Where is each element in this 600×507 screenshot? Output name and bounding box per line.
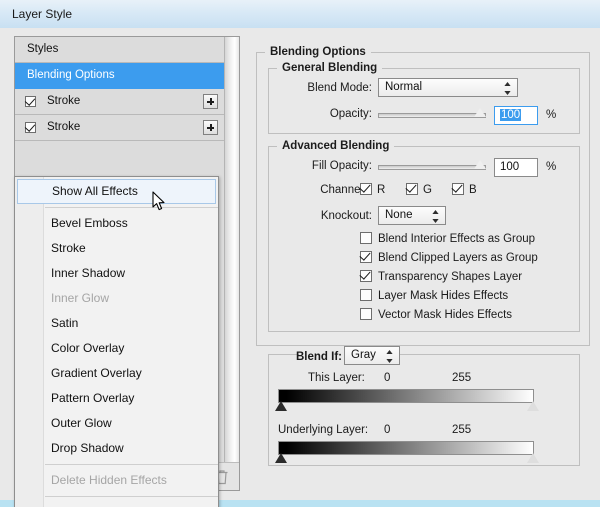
- channel-checkbox-r[interactable]: [360, 183, 372, 195]
- effects-context-menu[interactable]: Show All Effects Bevel Emboss Stroke Inner …: [14, 176, 219, 507]
- context-menu-item: Inner Glow: [51, 291, 110, 305]
- context-menu-item[interactable]: Pattern Overlay: [15, 386, 218, 411]
- advanced-blending-checkbox-label: Layer Mask Hides Effects: [378, 290, 509, 302]
- context-menu-item[interactable]: Color Overlay: [15, 336, 218, 361]
- style-list-row[interactable]: Styles: [15, 37, 224, 63]
- blending-options-panel: Blending Options General Blending Blend …: [256, 36, 590, 491]
- blend-mode-select[interactable]: Normal: [378, 78, 518, 97]
- fill-opacity-label: Fill Opacity:: [311, 160, 372, 172]
- group-title-advanced-blending: Advanced Blending: [282, 140, 390, 152]
- channel-checkbox-g[interactable]: [406, 183, 418, 195]
- context-menu-item[interactable]: Satin: [15, 311, 218, 336]
- style-list-row-label: Stroke: [47, 121, 81, 133]
- context-menu-item[interactable]: Gradient Overlay: [15, 361, 218, 386]
- channel-label-r: R: [377, 184, 386, 196]
- advanced-blending-checkbox[interactable]: [360, 232, 372, 244]
- knockout-label: Knockout:: [320, 210, 372, 222]
- context-menu-item[interactable]: Show All Effects: [17, 179, 216, 204]
- channels-label: Channels:: [320, 184, 372, 196]
- context-menu-item: Delete Hidden Effects: [51, 473, 167, 487]
- fill-opacity-input[interactable]: 100: [494, 158, 538, 177]
- advanced-blending-checkbox[interactable]: [360, 308, 372, 320]
- advanced-blending-checkbox-label: Blend Interior Effects as Group: [378, 233, 536, 245]
- blend-if-black-handle[interactable]: [275, 453, 287, 463]
- context-menu-item[interactable]: Reset to Default List: [15, 500, 218, 507]
- blend-if-slider-max: 255: [452, 372, 472, 384]
- context-menu-item[interactable]: Inner Shadow: [15, 261, 218, 286]
- channel-checkbox-b[interactable]: [452, 183, 464, 195]
- blend-if-white-handle[interactable]: [527, 453, 539, 463]
- channel-label-b: B: [469, 184, 477, 196]
- add-effect-button[interactable]: [203, 94, 218, 109]
- dialog-body: StylesBlending OptionsStrokeStroke fx: [0, 28, 600, 507]
- menu-separator: [45, 496, 218, 497]
- blend-mode-label: Blend Mode:: [307, 82, 372, 94]
- menu-separator: [45, 464, 218, 465]
- mouse-cursor: [152, 191, 167, 216]
- opacity-input[interactable]: 100: [494, 106, 538, 125]
- group-title-general-blending: General Blending: [282, 62, 378, 74]
- knockout-value: None: [385, 209, 413, 221]
- opacity-unit: %: [546, 109, 557, 121]
- effect-visibility-checkbox[interactable]: [25, 122, 36, 133]
- blend-if-slider-min: 0: [384, 424, 391, 436]
- window-titlebar: Layer Style: [0, 0, 600, 29]
- style-list-row[interactable]: Stroke: [15, 89, 224, 115]
- layer-style-dialog: Layer Style Styles Blending Options Stroke…: [0, 0, 600, 507]
- window-title: Layer Style: [12, 7, 73, 21]
- fill-opacity-slider-thumb[interactable]: [474, 160, 486, 169]
- group-title-blending-options: Blending Options: [270, 46, 366, 58]
- knockout-select[interactable]: None: [378, 206, 446, 225]
- opacity-value: 100: [500, 109, 522, 121]
- blend-if-slider-min: 0: [384, 372, 391, 384]
- blend-if-gradient-bar[interactable]: [278, 441, 534, 455]
- add-effect-button[interactable]: [203, 120, 218, 135]
- chevron-updown-icon: [386, 350, 393, 363]
- style-list-row-label: Styles: [27, 43, 59, 55]
- opacity-slider-thumb[interactable]: [474, 108, 486, 117]
- context-menu-item[interactable]: Drop Shadow: [15, 436, 218, 461]
- blend-if-channel-select[interactable]: Gray: [344, 346, 400, 365]
- chevron-updown-icon: [504, 82, 511, 95]
- channel-label-g: G: [423, 184, 432, 196]
- opacity-slider[interactable]: [378, 113, 486, 118]
- advanced-blending-checkbox-label: Transparency Shapes Layer: [378, 271, 523, 283]
- context-menu-item[interactable]: Outer Glow: [15, 411, 218, 436]
- style-list-row-label: Stroke: [47, 95, 81, 107]
- blend-if-label: Blend If:: [296, 351, 342, 363]
- blend-if-slider-label: Underlying Layer:: [278, 424, 369, 436]
- advanced-blending-checkbox-label: Blend Clipped Layers as Group: [378, 252, 538, 264]
- style-list-row-label: Blending Options: [27, 69, 115, 81]
- style-list-row[interactable]: Stroke: [15, 115, 224, 141]
- context-menu-item[interactable]: Bevel Emboss: [15, 211, 218, 236]
- blend-if-white-handle[interactable]: [527, 401, 539, 411]
- advanced-blending-checkbox[interactable]: [360, 270, 372, 282]
- fill-opacity-value: 100: [500, 161, 520, 173]
- blend-if-gradient-bar[interactable]: [278, 389, 534, 403]
- blend-if-black-handle[interactable]: [275, 401, 287, 411]
- fill-opacity-unit: %: [546, 161, 557, 173]
- opacity-label: Opacity:: [329, 108, 372, 120]
- context-menu-item[interactable]: Stroke: [15, 236, 218, 261]
- fill-opacity-slider[interactable]: [378, 165, 486, 170]
- styles-list-scrollbar[interactable]: [224, 37, 239, 462]
- blend-if-slider-max: 255: [452, 424, 472, 436]
- advanced-blending-checkbox[interactable]: [360, 251, 372, 263]
- blend-if-channel-value: Gray: [351, 349, 376, 361]
- advanced-blending-checkbox-label: Vector Mask Hides Effects: [378, 309, 513, 321]
- style-list-row[interactable]: Blending Options: [15, 63, 224, 89]
- blend-if-slider-label: This Layer:: [308, 372, 365, 384]
- menu-separator: [45, 207, 218, 208]
- advanced-blending-checkbox[interactable]: [360, 289, 372, 301]
- chevron-updown-icon: [432, 210, 439, 223]
- blend-mode-value: Normal: [385, 81, 423, 93]
- effect-visibility-checkbox[interactable]: [25, 96, 36, 107]
